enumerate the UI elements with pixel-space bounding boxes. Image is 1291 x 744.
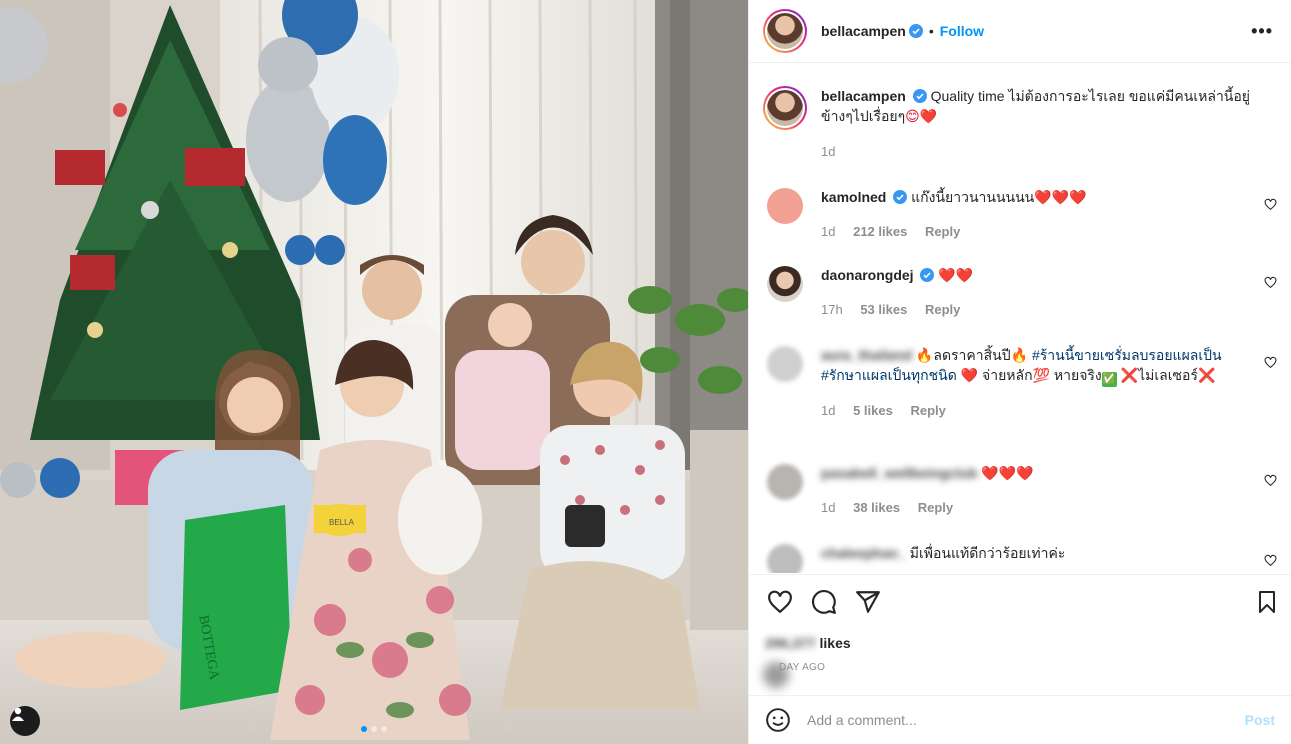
comment-like-heart-icon[interactable] bbox=[1264, 276, 1277, 289]
comment-like-heart-icon[interactable] bbox=[1264, 198, 1277, 211]
caption-author-avatar[interactable] bbox=[763, 86, 807, 130]
comment-likes[interactable]: 5 likes bbox=[853, 403, 893, 418]
comment-text: ลดราคาสิ้นปี bbox=[933, 347, 1011, 363]
emoji-icon[interactable] bbox=[765, 707, 791, 733]
follow-button[interactable]: Follow bbox=[940, 23, 984, 39]
comment-like-heart-icon[interactable] bbox=[1264, 474, 1277, 487]
heart-icon[interactable] bbox=[767, 589, 793, 615]
verified-badge-icon bbox=[893, 190, 908, 204]
comment-time: 1d bbox=[821, 224, 836, 239]
comment-fire-emoji: 🔥 bbox=[915, 348, 934, 364]
post-comment-button[interactable]: Post bbox=[1245, 712, 1275, 728]
comment-text: จ่ายหลัก bbox=[982, 367, 1033, 383]
verified-badge-icon bbox=[908, 24, 923, 38]
comment-text: แก๊งนี้ยาวนานนนนน bbox=[911, 189, 1035, 205]
likes-label: likes bbox=[819, 635, 851, 651]
hashtag-link[interactable]: #รักษาแผลเป็นทุกชนิด bbox=[821, 367, 957, 383]
comment-username-blurred[interactable]: chaleephan_ bbox=[821, 545, 906, 561]
commenter-avatar[interactable] bbox=[767, 544, 803, 573]
comment-likes[interactable]: 53 likes bbox=[860, 302, 907, 317]
cross-mark-emoji: ❌ bbox=[1120, 368, 1139, 384]
likes-count[interactable]: 296,377 likes bbox=[765, 635, 851, 651]
comment-username[interactable]: kamolned bbox=[821, 189, 886, 205]
comment-text: หายจริง bbox=[1053, 367, 1102, 383]
commenter-avatar[interactable] bbox=[767, 346, 803, 382]
header-separator: • bbox=[928, 23, 934, 39]
comment-heart-emoji: ❤️ bbox=[960, 368, 979, 384]
author-username[interactable]: bellacampen bbox=[821, 23, 906, 39]
comment-icon[interactable] bbox=[811, 589, 837, 615]
post-side-panel: bellacampen • Follow ••• bellacampen Qua… bbox=[748, 0, 1291, 744]
check-mark-emoji: ✅ bbox=[1101, 372, 1117, 387]
more-horizontal-icon[interactable]: ••• bbox=[1251, 21, 1277, 42]
comment-hundred-emoji: 💯 bbox=[1032, 368, 1051, 384]
carousel-dot bbox=[381, 726, 387, 732]
comment-likes[interactable]: 38 likes bbox=[853, 500, 900, 515]
carousel-dot bbox=[371, 726, 377, 732]
comment-text: ไม่เลเซอร์ bbox=[1138, 367, 1198, 383]
cake-text: BELLA bbox=[329, 518, 355, 527]
likes-count-blurred: 296,377 bbox=[765, 635, 816, 651]
comment-emojis: ❤️❤️❤️ bbox=[1034, 190, 1087, 206]
caption-username[interactable]: bellacampen bbox=[821, 88, 906, 104]
comment-username-blurred[interactable]: aura_thailand bbox=[821, 347, 912, 363]
comment-item: aura_thailand 🔥ลดราคาสิ้นปี🔥 #ร้านนี้ขาย… bbox=[767, 346, 1277, 420]
comment-fire-emoji: 🔥 bbox=[1010, 348, 1029, 364]
add-comment-input[interactable] bbox=[807, 712, 1245, 728]
comment-like-heart-icon[interactable] bbox=[1264, 554, 1277, 567]
comment-item: daonarongdej ❤️❤️ 17h 53 likes Reply bbox=[767, 266, 1277, 319]
comment-time: 1d bbox=[821, 403, 836, 418]
post-photo[interactable]: BOTTEGA BELLA bbox=[0, 0, 748, 744]
comment-like-heart-icon[interactable] bbox=[1264, 356, 1277, 369]
post-time-ago: DAY AGO bbox=[779, 662, 826, 673]
post-header: bellacampen • Follow ••• bbox=[749, 0, 1291, 63]
commenter-avatar[interactable] bbox=[767, 188, 803, 224]
comment-reply-button[interactable]: Reply bbox=[910, 403, 945, 418]
commenter-avatar[interactable] bbox=[767, 464, 803, 500]
share-icon[interactable] bbox=[855, 589, 881, 615]
comment-emojis: ❤️❤️ bbox=[938, 268, 974, 284]
caption-emojis: 😊❤️ bbox=[905, 109, 938, 125]
comment-time: 1d bbox=[821, 500, 836, 515]
instagram-post: BOTTEGA BELLA bellacampen • Follow ••• b… bbox=[0, 0, 1291, 744]
comment-reply-button[interactable]: Reply bbox=[918, 500, 953, 515]
carousel-dot-active bbox=[361, 726, 367, 732]
comment-text: มีเพื่อนแท้ดีกว่าร้อยเท่าค่ะ bbox=[909, 545, 1066, 561]
comment-emojis: ❤️❤️❤️ bbox=[981, 466, 1034, 482]
caption-time: 1d bbox=[821, 144, 836, 159]
author-avatar[interactable] bbox=[763, 9, 807, 53]
comment-likes[interactable]: 212 likes bbox=[853, 224, 907, 239]
action-bar bbox=[749, 574, 1291, 630]
hashtag-link[interactable]: #ร้านนี้ขายเซรั่มลบรอยแผลเป็น bbox=[1032, 347, 1222, 363]
comment-username[interactable]: daonarongdej bbox=[821, 267, 914, 283]
verified-badge-icon bbox=[912, 89, 927, 103]
bookmark-icon[interactable] bbox=[1255, 589, 1279, 615]
comment-item: kamolned แก๊งนี้ยาวนานนนนน❤️❤️❤️ 1d 212 … bbox=[767, 188, 1277, 241]
photo-illustration: BOTTEGA BELLA bbox=[0, 0, 748, 744]
comment-item: chaleephan_ มีเพื่อนแท้ดีกว่าร้อยเท่าค่ะ bbox=[767, 544, 1277, 573]
caption: bellacampen Quality time ไม่ต้องการอะไรเ… bbox=[749, 64, 1291, 162]
comment-username-blurred[interactable]: pasabell_wellbeingclub bbox=[821, 465, 977, 481]
commenter-avatar[interactable] bbox=[767, 266, 803, 302]
cross-mark-emoji: ❌ bbox=[1197, 368, 1216, 384]
verified-badge-icon bbox=[920, 268, 935, 282]
carousel-dots bbox=[0, 726, 748, 732]
comment-time: 17h bbox=[821, 302, 843, 317]
comment-item: pasabell_wellbeingclub ❤️❤️❤️ 1d 38 like… bbox=[767, 464, 1277, 517]
comment-reply-button[interactable]: Reply bbox=[925, 224, 960, 239]
comment-reply-button[interactable]: Reply bbox=[925, 302, 960, 317]
comments-scroll-area[interactable]: bellacampen Quality time ไม่ต้องการอะไรเ… bbox=[749, 64, 1291, 573]
add-comment-bar: Post bbox=[749, 695, 1291, 744]
